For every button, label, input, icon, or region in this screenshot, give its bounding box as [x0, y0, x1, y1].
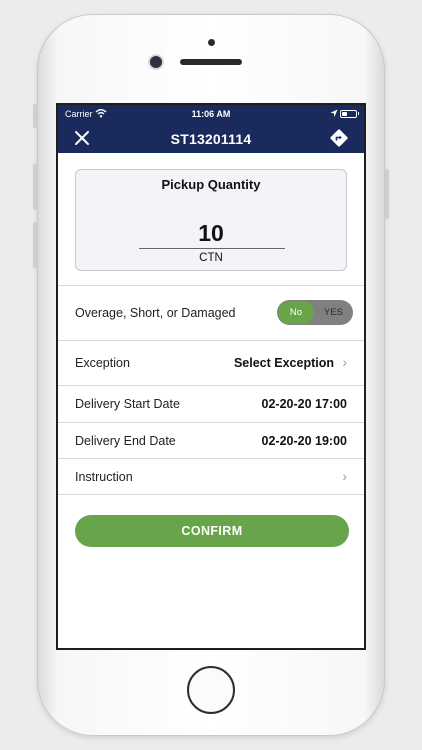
chevron-right-icon: ›: [342, 468, 347, 484]
page-title: ST13201114: [170, 131, 252, 147]
instruction-label: Instruction: [75, 470, 133, 484]
power-button: [385, 169, 389, 219]
app-screen: Carrier 11:06 AM ST13201114 Pickup Quant…: [56, 103, 366, 650]
osd-label: Overage, Short, or Damaged: [75, 306, 236, 320]
volume-down-button: [33, 222, 37, 268]
exception-value[interactable]: Select Exception: [234, 356, 334, 370]
proximity-sensor: [208, 39, 215, 46]
exception-row[interactable]: Exception Select Exception ›: [58, 340, 364, 385]
delivery-start-value: 02-20-20 17:00: [261, 397, 347, 411]
clock: 11:06 AM: [191, 109, 231, 119]
location-icon: [330, 109, 338, 117]
instruction-row[interactable]: Instruction ›: [58, 458, 364, 495]
nav-bar: ST13201114: [58, 124, 364, 153]
delivery-start-row: Delivery Start Date 02-20-20 17:00: [58, 385, 364, 422]
toggle-yes-option[interactable]: YES: [315, 301, 352, 324]
delivery-end-value: 02-20-20 19:00: [261, 434, 347, 448]
battery-level: [342, 112, 347, 116]
front-camera: [150, 56, 162, 68]
delivery-end-label: Delivery End Date: [75, 434, 176, 448]
chevron-right-icon: ›: [342, 354, 347, 370]
osd-toggle[interactable]: No YES: [277, 300, 353, 325]
confirm-button[interactable]: CONFIRM: [75, 515, 349, 547]
battery-tip: [358, 112, 359, 115]
delivery-end-row: Delivery End Date 02-20-20 19:00: [58, 422, 364, 458]
delivery-start-label: Delivery Start Date: [75, 397, 180, 411]
pickup-quantity-title: Pickup Quantity: [161, 177, 261, 192]
quantity-underline: [139, 248, 285, 249]
earpiece-speaker: [180, 59, 242, 65]
directions-icon[interactable]: [329, 128, 349, 148]
osd-row: Overage, Short, or Damaged No YES: [58, 285, 364, 340]
pickup-quantity-card: Pickup Quantity 10 CTN: [75, 169, 347, 271]
mute-switch: [33, 104, 37, 128]
home-button[interactable]: [187, 666, 235, 714]
toggle-no-option[interactable]: No: [278, 301, 314, 324]
status-bar: Carrier 11:06 AM: [58, 105, 364, 124]
battery-icon: [340, 110, 357, 118]
volume-up-button: [33, 164, 37, 210]
quantity-unit: CTN: [199, 252, 223, 264]
pickup-quantity-input[interactable]: 10: [76, 220, 346, 247]
exception-label: Exception: [75, 356, 130, 370]
